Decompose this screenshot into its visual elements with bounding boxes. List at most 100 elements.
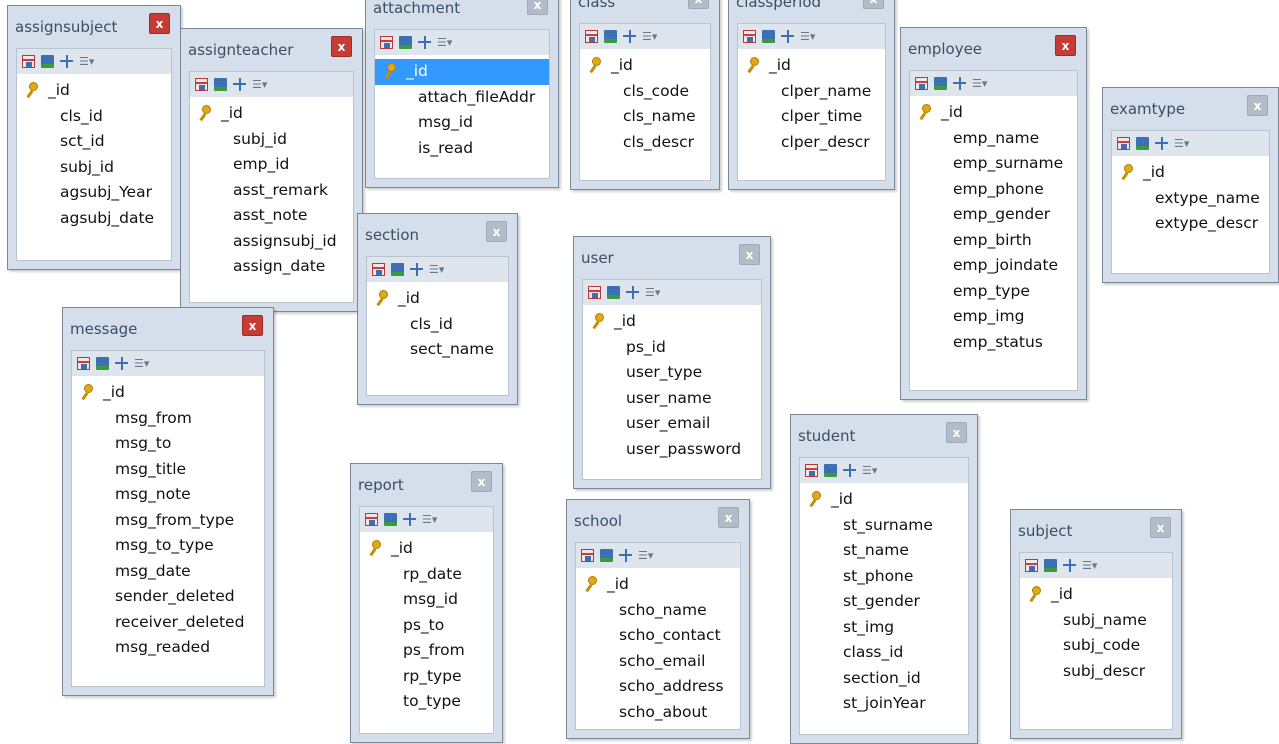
field-row[interactable]: emp_birth [910,228,1077,254]
field-row[interactable]: user_name [583,386,761,412]
field-row[interactable]: sct_id [17,129,171,155]
close-icon[interactable]: x [527,0,548,15]
save-icon[interactable] [214,78,227,91]
field-row[interactable]: asst_remark [190,178,353,204]
save-icon[interactable] [604,30,617,43]
primary-key-field[interactable]: _id [375,59,549,85]
field-row[interactable]: cls_id [367,312,508,338]
relations-icon[interactable] [418,36,431,49]
field-row[interactable]: st_name [800,538,968,564]
field-row[interactable]: clper_name [738,79,885,105]
field-row[interactable]: ps_id [583,335,761,361]
field-row[interactable]: st_phone [800,564,968,590]
field-list-dropdown-icon[interactable]: ☰▾ [638,549,658,562]
field-row[interactable]: sender_deleted [72,584,264,610]
field-row[interactable]: ps_from [360,638,493,664]
field-row[interactable]: subj_code [1020,633,1172,659]
relations-icon[interactable] [781,30,794,43]
table-grid-icon[interactable] [588,286,601,299]
relations-icon[interactable] [843,464,856,477]
table-grid-icon[interactable] [372,263,385,276]
table-grid-icon[interactable] [581,549,594,562]
primary-key-field[interactable]: _id [72,380,264,406]
relations-icon[interactable] [623,30,636,43]
field-list-dropdown-icon[interactable]: ☰▾ [800,30,820,43]
table-grid-icon[interactable] [77,357,90,370]
field-row[interactable]: emp_gender [910,202,1077,228]
table-title[interactable]: class [578,0,615,11]
field-row[interactable]: emp_status [910,330,1077,356]
table-window-user[interactable]: user x ☰▾ _id ps_id user_type user_name user_em… [573,236,771,489]
table-window-school[interactable]: school x ☰▾ _id scho_name scho_contact scho_em… [566,499,750,739]
table-title[interactable]: assignsubject [15,18,117,36]
close-icon[interactable]: x [242,315,263,336]
field-row[interactable]: rp_type [360,664,493,690]
field-row[interactable]: emp_name [910,126,1077,152]
primary-key-field[interactable]: _id [910,100,1077,126]
save-icon[interactable] [96,357,109,370]
relations-icon[interactable] [233,78,246,91]
field-row[interactable]: msg_to_type [72,533,264,559]
save-icon[interactable] [934,77,947,90]
field-row[interactable]: cls_id [17,104,171,130]
field-row[interactable]: emp_phone [910,177,1077,203]
save-icon[interactable] [1136,137,1149,150]
field-list-dropdown-icon[interactable]: ☰▾ [134,357,154,370]
primary-key-field[interactable]: _id [367,286,508,312]
table-title[interactable]: school [574,512,622,530]
field-row[interactable]: scho_address [576,674,740,700]
table-grid-icon[interactable] [585,30,598,43]
primary-key-field[interactable]: _id [576,572,740,598]
table-title[interactable]: classperiod [736,0,821,11]
field-row[interactable]: emp_type [910,279,1077,305]
field-row[interactable]: receiver_deleted [72,610,264,636]
field-row[interactable]: cls_code [580,79,710,105]
field-row[interactable]: assign_date [190,254,353,280]
field-list-dropdown-icon[interactable]: ☰▾ [972,77,992,90]
field-row[interactable]: section_id [800,666,968,692]
close-icon[interactable]: x [688,0,709,9]
field-row[interactable]: class_id [800,640,968,666]
field-row[interactable]: emp_surname [910,151,1077,177]
field-list-dropdown-icon[interactable]: ☰▾ [645,286,665,299]
close-icon[interactable]: x [946,422,967,443]
save-icon[interactable] [762,30,775,43]
field-row[interactable]: rp_date [360,562,493,588]
table-window-classperiod[interactable]: classperiod x ☰▾ _id clper_name clper_timeclp… [728,0,895,190]
field-row[interactable]: is_read [375,136,549,162]
field-row[interactable]: clper_descr [738,130,885,156]
field-list-dropdown-icon[interactable]: ☰▾ [429,263,449,276]
field-row[interactable]: msg_from [72,406,264,432]
field-row[interactable]: to_type [360,689,493,715]
field-row[interactable]: assignsubj_id [190,229,353,255]
field-row[interactable]: subj_name [1020,608,1172,634]
primary-key-field[interactable]: _id [738,53,885,79]
table-grid-icon[interactable] [22,55,35,68]
table-grid-icon[interactable] [743,30,756,43]
field-row[interactable]: msg_id [375,110,549,136]
table-title[interactable]: subject [1018,522,1072,540]
field-row[interactable]: cls_descr [580,130,710,156]
field-row[interactable]: agsubj_Year [17,180,171,206]
table-window-student[interactable]: student x ☰▾ _id st_surname st_name st_phone st… [790,414,978,744]
field-list-dropdown-icon[interactable]: ☰▾ [642,30,662,43]
save-icon[interactable] [399,36,412,49]
save-icon[interactable] [41,55,54,68]
table-window-class[interactable]: class x ☰▾ _id cls_code cls_name cls_descr [570,0,720,190]
field-row[interactable]: user_type [583,360,761,386]
field-row[interactable]: cls_name [580,104,710,130]
close-icon[interactable]: x [739,244,760,265]
table-grid-icon[interactable] [1117,137,1130,150]
relations-icon[interactable] [1155,137,1168,150]
field-row[interactable]: subj_id [190,127,353,153]
field-row[interactable]: msg_from_type [72,508,264,534]
relations-icon[interactable] [60,55,73,68]
table-title[interactable]: assignteacher [188,41,293,59]
field-list-dropdown-icon[interactable]: ☰▾ [1174,137,1194,150]
table-title[interactable]: message [70,320,137,338]
field-list-dropdown-icon[interactable]: ☰▾ [437,36,457,49]
table-window-message[interactable]: message x ☰▾ _id msg_from msg_to msg_title msg_… [62,307,274,696]
close-icon[interactable]: x [718,507,739,528]
table-grid-icon[interactable] [365,513,378,526]
table-grid-icon[interactable] [380,36,393,49]
